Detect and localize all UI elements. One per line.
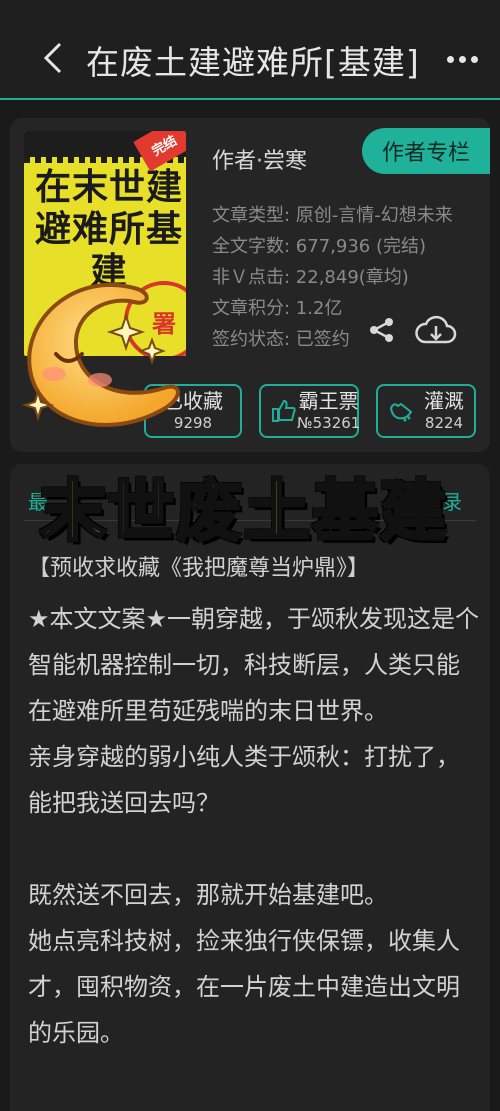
overlord-ticket-label: 霸王票	[298, 389, 359, 413]
author-name[interactable]: 作者·尝寒	[212, 143, 307, 175]
irrigate-button[interactable]: 灌溉 8224	[376, 384, 476, 438]
more-options-button[interactable]	[440, 44, 484, 74]
watering-can-icon	[389, 402, 413, 422]
meta-article-type: 文章类型: 原创-言情-幻想未来	[212, 205, 453, 226]
chevron-left-icon	[43, 42, 62, 74]
share-icon[interactable]	[368, 316, 396, 344]
irrigate-count: 8224	[424, 414, 464, 432]
cloud-download-icon[interactable]	[414, 314, 458, 348]
synopsis-text: ★本文文案★一朝穿越，于颂秋发现这是个智能机器控制一切，科技断层，人类只能在避难…	[28, 596, 480, 1056]
overlord-ticket-count: №53261	[297, 414, 361, 432]
meta-clicks: 非Ｖ点击: 22,849(章均)	[212, 267, 409, 288]
overlay-title: 末世废土基建	[39, 472, 448, 552]
presale-promo-link[interactable]: 【预收求收藏《我把魔尊当炉鼎》】	[28, 550, 369, 582]
synopsis-paragraph: 既然送不回去，那就开始基建吧。	[28, 881, 388, 909]
synopsis-paragraph: 她点亮科技树，捡来独行侠保镖，收集人才，囤积物资，在一片废土中建造出文明的乐园。	[28, 927, 460, 1047]
more-dots-icon	[446, 55, 454, 63]
moon-sticker-icon	[21, 282, 180, 427]
app-header: 在废土建避难所[基建]	[0, 0, 500, 100]
irrigate-label: 灌溉	[424, 389, 464, 413]
synopsis-paragraph: 亲身穿越的弱小纯人类于颂秋：打扰了，能把我送回去吗？	[28, 743, 460, 817]
page-title: 在废土建避难所[基建]	[86, 43, 420, 82]
completed-badge: 完结	[133, 131, 186, 172]
back-button[interactable]	[36, 38, 70, 78]
meta-word-count: 全文字数: 677,936 (完结)	[212, 236, 426, 257]
author-column-button[interactable]: 作者专栏	[362, 128, 490, 174]
thumbs-up-icon	[272, 399, 296, 422]
synopsis-paragraph: ★本文文案★一朝穿越，于颂秋发现这是个智能机器控制一切，科技断层，人类只能在避难…	[28, 605, 480, 725]
overlord-ticket-button[interactable]: 霸王票 №53261	[259, 384, 361, 438]
